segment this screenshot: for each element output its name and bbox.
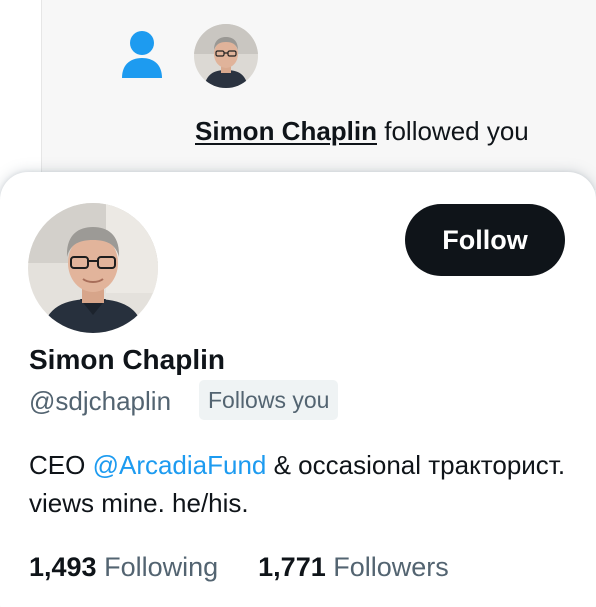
- bio-mention-link[interactable]: @ArcadiaFund: [93, 450, 267, 480]
- followers-count: 1,771: [258, 552, 326, 582]
- screen: Simon Chaplin followed you Follow Simon …: [0, 0, 596, 607]
- profile-bio: CEO @ArcadiaFund & occasional тракторист…: [29, 446, 569, 522]
- notification-avatar[interactable]: [194, 24, 258, 88]
- profile-handle[interactable]: @sdjchaplin: [29, 384, 171, 418]
- notification-action: followed you: [384, 116, 529, 146]
- notification-text: Simon Chaplin followed you: [195, 114, 529, 148]
- following-label: Following: [104, 552, 219, 582]
- follows-you-badge: Follows you: [199, 380, 339, 420]
- followers-label: Followers: [333, 552, 449, 582]
- profile-stats: 1,493 Following 1,771 Followers: [29, 548, 449, 586]
- person-icon: [122, 31, 162, 78]
- avatar-photo-icon: [194, 24, 258, 88]
- following-count: 1,493: [29, 552, 97, 582]
- following-link[interactable]: 1,493 Following: [29, 548, 218, 586]
- profile-avatar[interactable]: [28, 203, 158, 333]
- profile-display-name[interactable]: Simon Chaplin: [29, 342, 225, 378]
- avatar-photo-icon: [28, 203, 158, 333]
- follow-button[interactable]: Follow: [405, 204, 565, 276]
- notification-user-link[interactable]: Simon Chaplin: [195, 116, 377, 146]
- bio-prefix: CEO: [29, 450, 93, 480]
- followers-link[interactable]: 1,771 Followers: [258, 548, 449, 586]
